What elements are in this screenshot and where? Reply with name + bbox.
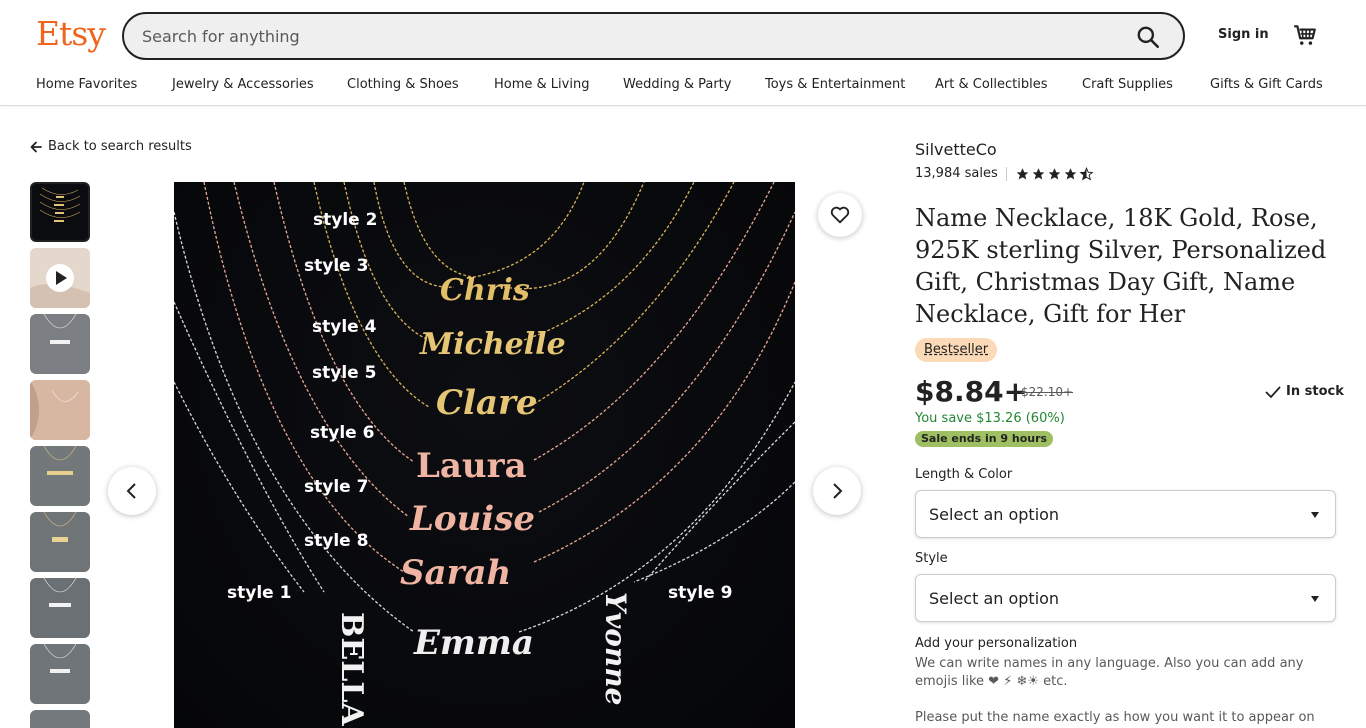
personalization-instructions-more: Please put the name exactly as how you w… (915, 710, 1315, 725)
sign-in-link[interactable]: Sign in (1218, 27, 1269, 42)
arrow-left-icon (30, 141, 42, 152)
next-image-button[interactable] (813, 467, 861, 515)
star-icon (1016, 167, 1029, 180)
pendant-name: Sarah (400, 553, 511, 593)
pendant-name: Chris (440, 273, 530, 308)
style-label: style 4 (312, 317, 377, 337)
pendant-name: BELLA (334, 612, 369, 726)
star-icon (1064, 167, 1077, 180)
back-link-label: Back to search results (48, 139, 192, 154)
search-bar[interactable] (122, 12, 1185, 60)
style-select[interactable]: Select an option (915, 574, 1336, 622)
main-product-image: style 2 style 3 style 4 style 5 style 6 … (174, 182, 795, 728)
listing-title: Name Necklace, 18K Gold, Rose, 925K ster… (915, 204, 1327, 328)
nav-home-favorites[interactable]: Home Favorites (36, 77, 137, 92)
price: $8.84+ (915, 375, 1028, 408)
search-input[interactable] (142, 24, 1102, 48)
style-label: style 5 (312, 363, 376, 383)
thumbnail-4[interactable] (30, 380, 90, 440)
nav-wedding-party[interactable]: Wedding & Party (623, 77, 731, 92)
style-label: style 9 (668, 583, 732, 603)
nav-home-living[interactable]: Home & Living (494, 77, 589, 92)
pendant-name: Michelle (419, 327, 566, 362)
etsy-logo[interactable]: Etsy (36, 14, 106, 53)
shop-stats: 13,984 sales (915, 166, 1094, 181)
pendant-name: Emma (413, 623, 534, 663)
nav-toys-entertainment[interactable]: Toys & Entertainment (765, 77, 905, 92)
thumbnail-image (30, 380, 90, 440)
stock-status: In stock (1265, 384, 1344, 399)
heart-icon (830, 206, 850, 224)
style-label: style 8 (304, 531, 368, 551)
thumbnail-8[interactable] (30, 644, 90, 704)
savings-text: You save $13.26 (60%) (915, 411, 1065, 426)
thumbnail-image (43, 512, 77, 542)
thumbnail-image (43, 578, 77, 607)
chevron-left-icon (126, 483, 136, 499)
necklace-photo: style 2 style 3 style 4 style 5 style 6 … (174, 182, 795, 726)
style-label: style 2 (313, 210, 377, 230)
favorite-button[interactable] (818, 193, 862, 237)
select-value: Select an option (929, 589, 1060, 608)
caret-down-icon (1311, 512, 1319, 518)
header: Etsy Sign in (0, 0, 1366, 70)
length-color-select[interactable]: Select an option (915, 490, 1336, 538)
video-play-icon (30, 248, 90, 308)
back-to-results-link[interactable]: Back to search results (30, 139, 192, 154)
sales-count: 13,984 sales (915, 166, 998, 181)
star-rating[interactable] (1015, 166, 1094, 181)
thumbnail-7[interactable] (30, 578, 90, 638)
nav-jewelry-accessories[interactable]: Jewelry & Accessories (172, 77, 314, 92)
divider (1005, 166, 1007, 181)
shop-name-link[interactable]: SilvetteCo (915, 140, 997, 159)
category-nav: Home Favorites Jewelry & Accessories Clo… (0, 70, 1366, 106)
prev-image-button[interactable] (108, 467, 156, 515)
thumbnail-6[interactable] (30, 512, 90, 572)
thumbnail-3[interactable] (30, 314, 90, 374)
pendant-name: Yvonne (599, 592, 632, 705)
checkmark-icon (1265, 385, 1281, 398)
nav-gifts-gift-cards[interactable]: Gifts & Gift Cards (1210, 77, 1323, 92)
stock-label: In stock (1286, 384, 1344, 399)
half-star-icon (1079, 166, 1094, 181)
style-label: style 3 (304, 256, 368, 276)
style-label: Style (915, 551, 948, 566)
personalization-instructions: We can write names in any language. Also… (915, 656, 1304, 689)
pendant-name: Laura (416, 446, 527, 486)
chevron-right-icon (833, 483, 843, 499)
nav-art-collectibles[interactable]: Art & Collectibles (935, 77, 1047, 92)
star-icon (1032, 167, 1045, 180)
caret-down-icon (1311, 596, 1319, 602)
sale-ends-badge: Sale ends in 9 hours (915, 431, 1054, 447)
search-icon[interactable] (1135, 24, 1161, 50)
nav-craft-supplies[interactable]: Craft Supplies (1082, 77, 1173, 92)
thumbnail-image (43, 446, 77, 475)
pendant-name: Louise (409, 499, 535, 539)
thumbnail-5[interactable] (30, 446, 90, 506)
nav-clothing-shoes[interactable]: Clothing & Shoes (347, 77, 459, 92)
select-value: Select an option (929, 505, 1060, 524)
thumbnail-1[interactable] (30, 182, 90, 242)
style-label: style 1 (227, 583, 291, 603)
star-icon (1048, 167, 1061, 180)
thumbnail-image (43, 644, 77, 673)
thumbnail-image (39, 187, 81, 222)
cart-icon[interactable] (1292, 22, 1318, 48)
pendant-name: Clare (436, 383, 538, 423)
style-label: style 6 (310, 423, 374, 443)
thumbnail-image (43, 314, 77, 344)
thumbnail-2-video[interactable] (30, 248, 90, 308)
personalization-title: Add your personalization (915, 636, 1078, 651)
thumbnail-9[interactable] (30, 710, 90, 728)
original-price: $22.10+ (1021, 385, 1074, 399)
bestseller-badge[interactable]: Bestseller (915, 338, 998, 362)
length-color-label: Length & Color (915, 467, 1013, 482)
style-label: style 7 (304, 477, 368, 497)
